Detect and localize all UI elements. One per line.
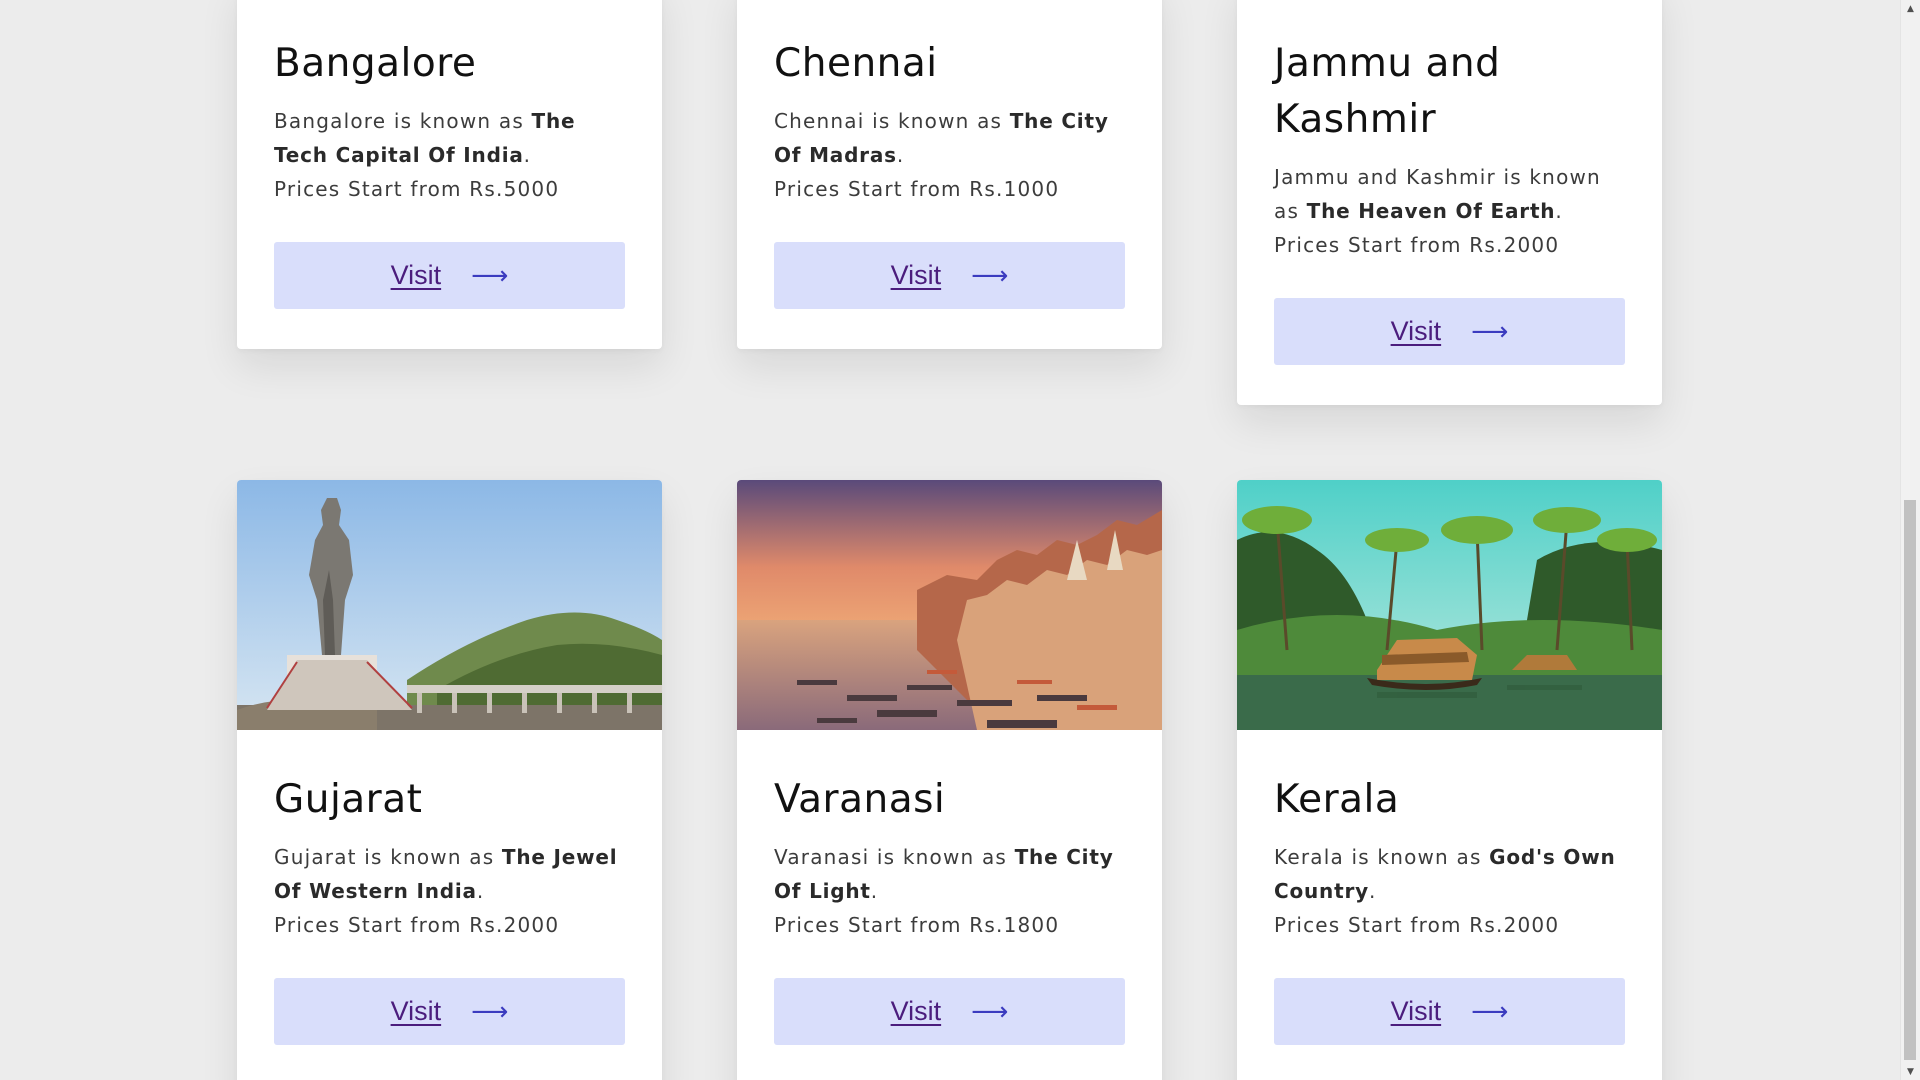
card-description: Kerala is known as God's Own Country. Pr… bbox=[1274, 845, 1616, 937]
card-price: Rs.1000 bbox=[969, 177, 1060, 201]
destination-card-varanasi: Varanasi Varanasi is known as The City O… bbox=[737, 480, 1162, 1080]
scroll-up-icon[interactable]: ▲ bbox=[1901, 0, 1920, 17]
visit-button[interactable]: Visit ⟶ bbox=[274, 978, 625, 1045]
card-price: Rs.2000 bbox=[469, 913, 560, 937]
card-description: Chennai is known as The City Of Madras. … bbox=[774, 109, 1109, 201]
visit-label: Visit bbox=[390, 996, 442, 1026]
destination-card-kerala: Kerala Kerala is known as God's Own Coun… bbox=[1237, 480, 1662, 1080]
card-description: Jammu and Kashmir is known as The Heaven… bbox=[1274, 165, 1601, 257]
statue-of-unity-photo bbox=[237, 480, 662, 730]
destination-card-bangalore: Bangalore Bangalore is known as The Tech… bbox=[237, 0, 662, 349]
visit-label: Visit bbox=[890, 260, 942, 290]
card-price: Rs.2000 bbox=[1469, 913, 1560, 937]
arrow-right-icon: ⟶ bbox=[1471, 996, 1509, 1027]
vertical-scrollbar[interactable]: ▲ ▼ bbox=[1900, 0, 1920, 1080]
card-price: Rs.2000 bbox=[1469, 233, 1560, 257]
card-title: Varanasi bbox=[774, 777, 946, 822]
card-description: Bangalore is known as The Tech Capital O… bbox=[274, 109, 576, 201]
visit-label: Visit bbox=[890, 996, 942, 1026]
page-viewport: Bangalore Bangalore is known as The Tech… bbox=[0, 0, 1901, 1080]
destination-card-jammu-kashmir: Jammu and Kashmir Jammu and Kashmir is k… bbox=[1237, 0, 1662, 405]
arrow-right-icon: ⟶ bbox=[1471, 316, 1509, 347]
visit-button[interactable]: Visit ⟶ bbox=[274, 242, 625, 309]
arrow-right-icon: ⟶ bbox=[471, 996, 509, 1027]
card-title: Chennai bbox=[774, 41, 938, 86]
destination-card-chennai: Chennai Chennai is known as The City Of … bbox=[737, 0, 1162, 349]
card-description: Varanasi is known as The City Of Light. … bbox=[774, 845, 1114, 937]
arrow-right-icon: ⟶ bbox=[971, 996, 1009, 1027]
card-price: Rs.5000 bbox=[469, 177, 560, 201]
arrow-right-icon: ⟶ bbox=[471, 260, 509, 291]
card-price: Rs.1800 bbox=[969, 913, 1060, 937]
visit-label: Visit bbox=[390, 260, 442, 290]
destination-card-gujarat: Gujarat Gujarat is known as The Jewel Of… bbox=[237, 480, 662, 1080]
kerala-backwaters-photo bbox=[1237, 480, 1662, 730]
card-title: Gujarat bbox=[274, 777, 423, 822]
visit-button[interactable]: Visit ⟶ bbox=[774, 978, 1125, 1045]
visit-button[interactable]: Visit ⟶ bbox=[774, 242, 1125, 309]
card-description: Gujarat is known as The Jewel Of Western… bbox=[274, 845, 618, 937]
card-title: Kerala bbox=[1274, 777, 1400, 822]
varanasi-ghats-photo bbox=[737, 480, 1162, 730]
scroll-down-icon[interactable]: ▼ bbox=[1901, 1063, 1920, 1080]
visit-label: Visit bbox=[1390, 316, 1442, 346]
visit-button[interactable]: Visit ⟶ bbox=[1274, 298, 1625, 365]
card-title: Jammu and Kashmir bbox=[1274, 41, 1501, 142]
visit-button[interactable]: Visit ⟶ bbox=[1274, 978, 1625, 1045]
arrow-right-icon: ⟶ bbox=[971, 260, 1009, 291]
visit-label: Visit bbox=[1390, 996, 1442, 1026]
scrollbar-thumb[interactable] bbox=[1904, 500, 1916, 1060]
card-title: Bangalore bbox=[274, 41, 477, 86]
